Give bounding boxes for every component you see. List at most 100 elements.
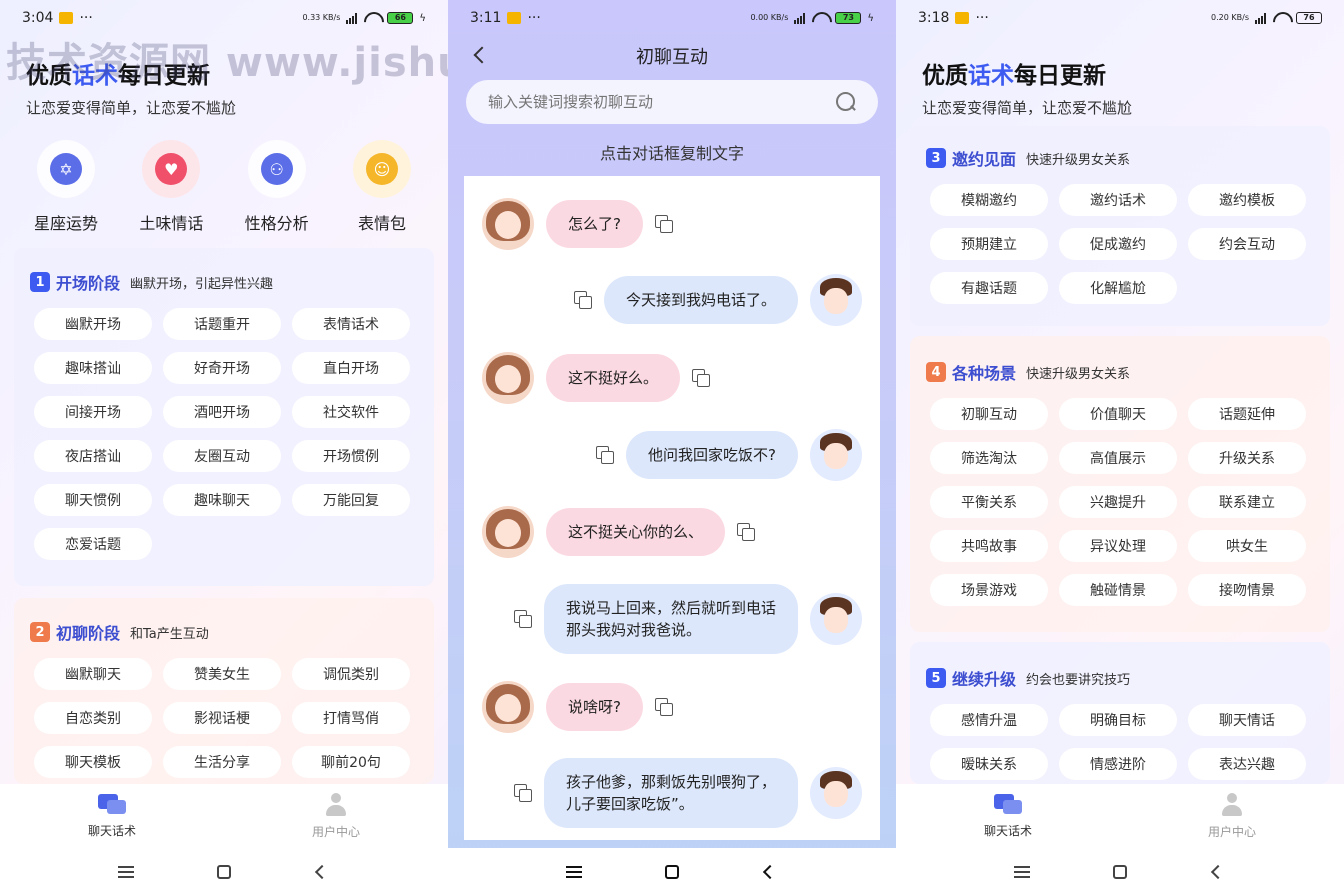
tag-button[interactable]: 平衡关系	[930, 486, 1048, 518]
tag-button[interactable]: 哄女生	[1188, 530, 1306, 562]
tag-button[interactable]: 共鸣故事	[930, 530, 1048, 562]
tag-button[interactable]: 间接开场	[34, 396, 152, 428]
tag-button[interactable]: 生活分享	[163, 746, 281, 778]
copy-icon[interactable]	[596, 446, 615, 464]
tag-button[interactable]: 初聊互动	[930, 398, 1048, 430]
tag-button[interactable]: 价值聊天	[1059, 398, 1177, 430]
tag-button[interactable]: 开场惯例	[292, 440, 410, 472]
message-bubble[interactable]: 我说马上回来，然后就听到电话那头我妈对我爸说。	[544, 584, 798, 654]
copy-icon[interactable]	[514, 784, 532, 802]
copy-icon[interactable]	[692, 369, 711, 387]
tag-button[interactable]: 促成邀约	[1059, 228, 1177, 260]
tag-button[interactable]: 趣味聊天	[163, 484, 281, 516]
tab-chat-scripts[interactable]: 聊天话术	[948, 793, 1068, 839]
tag-button[interactable]: 自恋类别	[34, 702, 152, 734]
back-icon[interactable]	[473, 46, 491, 64]
charging-icon: ϟ	[867, 12, 874, 24]
menu-button[interactable]	[1011, 862, 1033, 882]
message-bubble[interactable]: 孩子他爹，那剩饭先别喂狗了，儿子要回家吃饭”。	[544, 758, 798, 828]
message-bubble[interactable]: 这不挺关心你的么、	[546, 508, 726, 556]
tag-button[interactable]: 话题延伸	[1188, 398, 1306, 430]
message-bubble[interactable]: 这不挺好么。	[546, 354, 681, 402]
tag-button[interactable]: 预期建立	[930, 228, 1048, 260]
back-button[interactable]	[759, 862, 781, 882]
tag-button[interactable]: 表情话术	[292, 308, 410, 340]
tag-button[interactable]: 万能回复	[292, 484, 410, 516]
menu-button[interactable]	[563, 862, 585, 882]
user-icon	[324, 792, 348, 817]
phone-screen-home: 3:04··· 0.33 KB/s 66 ϟ 技术资源网 www.jishuzi…	[0, 0, 448, 896]
tab-chat-scripts[interactable]: 聊天话术	[52, 793, 172, 839]
tag-button[interactable]: 暧昧关系	[930, 748, 1048, 780]
card-invite-meetup: 3 邀约见面 快速升级男女关系 模糊邀约 邀约话术 邀约模板 预期建立 促成邀约…	[910, 126, 1330, 326]
search-input[interactable]	[488, 93, 808, 111]
tag-button[interactable]: 表达兴趣	[1188, 748, 1306, 780]
copy-icon[interactable]	[654, 698, 673, 716]
message-row: 说啥呀?	[482, 681, 673, 733]
copy-icon[interactable]	[573, 291, 592, 309]
tag-button[interactable]: 邀约话术	[1059, 184, 1177, 216]
tag-button[interactable]: 化解尴尬	[1059, 272, 1177, 304]
shortcut-stickers[interactable]: ☺ 表情包	[330, 140, 434, 234]
tag-button[interactable]: 话题重开	[163, 308, 281, 340]
message-bubble[interactable]: 说啥呀?	[546, 683, 643, 731]
tag-button[interactable]: 酒吧开场	[163, 396, 281, 428]
back-icon	[314, 864, 330, 880]
hero-title: 优质话术每日更新	[26, 63, 210, 89]
tag-button[interactable]: 筛选淘汰	[930, 442, 1048, 474]
tag-button[interactable]: 邀约模板	[1188, 184, 1306, 216]
copy-icon[interactable]	[654, 215, 673, 233]
message-bubble[interactable]: 今天接到我妈电话了。	[603, 276, 798, 324]
tag-button[interactable]: 夜店搭讪	[34, 440, 152, 472]
tag-button[interactable]: 调侃类别	[292, 658, 410, 690]
tag-button[interactable]: 升级关系	[1188, 442, 1306, 474]
search-icon[interactable]	[836, 92, 856, 112]
shortcut-personality[interactable]: ⚇ 性格分析	[225, 140, 329, 234]
tag-button[interactable]: 有趣话题	[930, 272, 1048, 304]
tag-button[interactable]: 兴趣提升	[1059, 486, 1177, 518]
tag-button[interactable]: 接吻情景	[1188, 574, 1306, 606]
tag-button[interactable]: 好奇开场	[163, 352, 281, 384]
back-icon	[1210, 864, 1226, 880]
tag-button[interactable]: 高值展示	[1059, 442, 1177, 474]
home-button[interactable]	[213, 862, 235, 882]
tag-button[interactable]: 友圈互动	[163, 440, 281, 472]
tab-user-center[interactable]: 用户中心	[276, 792, 396, 840]
tag-button[interactable]: 异议处理	[1059, 530, 1177, 562]
tag-button[interactable]: 聊前20句	[292, 746, 410, 778]
card-number: 5	[926, 668, 946, 688]
tag-button[interactable]: 联系建立	[1188, 486, 1306, 518]
tag-button[interactable]: 聊天情话	[1188, 704, 1306, 736]
tag-button[interactable]: 约会互动	[1188, 228, 1306, 260]
home-button[interactable]	[1109, 862, 1131, 882]
tag-button[interactable]: 场景游戏	[930, 574, 1048, 606]
tag-button[interactable]: 情感进阶	[1059, 748, 1177, 780]
tag-button[interactable]: 聊天惯例	[34, 484, 152, 516]
menu-button[interactable]	[115, 862, 137, 882]
tag-button[interactable]: 明确目标	[1059, 704, 1177, 736]
message-bubble[interactable]: 他问我回家吃饭不?	[626, 431, 798, 479]
back-button[interactable]	[311, 862, 333, 882]
shortcut-horoscope[interactable]: ✡ 星座运势	[14, 140, 118, 234]
home-button[interactable]	[661, 862, 683, 882]
tag-button[interactable]: 影视话梗	[163, 702, 281, 734]
tag-button[interactable]: 赞美女生	[163, 658, 281, 690]
tag-button[interactable]: 幽默聊天	[34, 658, 152, 690]
tag-button[interactable]: 社交软件	[292, 396, 410, 428]
more-icon: ···	[527, 10, 541, 26]
back-button[interactable]	[1207, 862, 1229, 882]
tab-user-center[interactable]: 用户中心	[1172, 792, 1292, 840]
tag-button[interactable]: 感情升温	[930, 704, 1048, 736]
tag-button[interactable]: 恋爱话题	[34, 528, 152, 560]
copy-icon[interactable]	[737, 523, 756, 541]
copy-icon[interactable]	[514, 610, 532, 628]
message-bubble[interactable]: 怎么了?	[546, 200, 643, 248]
tag-button[interactable]: 打情骂俏	[292, 702, 410, 734]
tag-button[interactable]: 模糊邀约	[930, 184, 1048, 216]
tag-button[interactable]: 幽默开场	[34, 308, 152, 340]
tag-button[interactable]: 聊天模板	[34, 746, 152, 778]
tag-button[interactable]: 趣味搭讪	[34, 352, 152, 384]
tag-button[interactable]: 触碰情景	[1059, 574, 1177, 606]
tag-button[interactable]: 直白开场	[292, 352, 410, 384]
shortcut-love-talk[interactable]: ♥ 土味情话	[119, 140, 223, 234]
